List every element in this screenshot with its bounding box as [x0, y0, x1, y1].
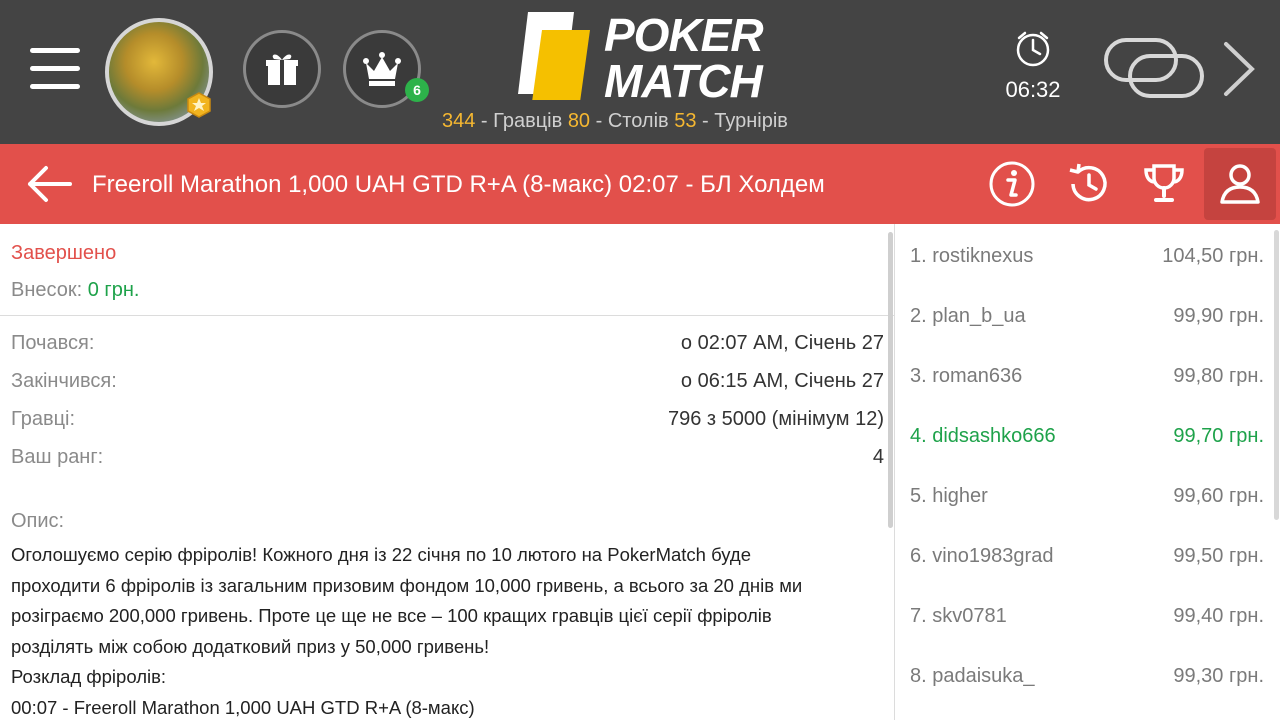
crown-count-badge: 6: [405, 78, 429, 102]
logo-card-icon: [518, 12, 590, 100]
list-item[interactable]: 6. vino1983grad 99,50 грн.: [910, 545, 1264, 568]
list-item[interactable]: 5. higher 99,60 грн.: [910, 485, 1264, 508]
info-button[interactable]: [980, 152, 1044, 216]
buyin-line: Внесок: 0 грн.: [11, 279, 140, 301]
clock-time: 06:32: [1005, 77, 1061, 102]
tables-switch-icon[interactable]: [1102, 36, 1206, 100]
detail-row-players: Гравці: 796 з 5000 (мінімум 12): [11, 408, 884, 430]
players-button[interactable]: [1204, 148, 1276, 220]
vip-badge-icon: [187, 92, 211, 118]
gift-icon: [266, 54, 298, 85]
lobby-stats: 344 - Гравців 80 - Столів 53 - Турнірів: [442, 110, 788, 132]
history-button[interactable]: [1056, 152, 1120, 216]
tournament-info-panel: Завершено Внесок: 0 грн. Почався: о 02:0…: [0, 224, 895, 720]
detail-row-finished: Закінчився: о 06:15 AM, Січень 27: [11, 370, 884, 392]
list-item[interactable]: 8. padaisuka_ 99,30 грн.: [910, 665, 1264, 688]
clock-icon: [1016, 31, 1050, 67]
crown-icon: [363, 52, 401, 86]
prizes-button[interactable]: [1132, 152, 1196, 216]
detail-row-started: Почався: о 02:07 AM, Січень 27: [11, 332, 884, 354]
list-item-current-user[interactable]: 4. didsashko666 99,70 грн.: [910, 425, 1264, 448]
user-icon: [1220, 164, 1260, 204]
divider: [0, 315, 895, 316]
menu-icon[interactable]: [30, 48, 80, 90]
list-item[interactable]: 2. plan_b_ua 99,90 грн.: [910, 305, 1264, 328]
results-scrollbar[interactable]: [1274, 230, 1279, 520]
description-text: Оголошуємо серію фріролів! Кожного дня і…: [11, 544, 803, 718]
tournament-status: Завершено: [11, 242, 117, 264]
tournament-header: Freeroll Marathon 1,000 UAH GTD R+A (8-м…: [0, 144, 1280, 224]
gift-button[interactable]: [243, 30, 321, 108]
list-item[interactable]: 7. skv0781 99,40 грн.: [910, 605, 1264, 628]
top-bar: 6 POKER MATCH 344 - Гравців 80 - Столів …: [0, 0, 1280, 144]
pokermatch-logo: POKER MATCH: [512, 8, 772, 108]
clock: 06:32: [998, 28, 1068, 103]
list-item[interactable]: 3. roman636 99,80 грн.: [910, 365, 1264, 388]
chevron-right-icon[interactable]: [1218, 40, 1258, 98]
trophy-icon: [1144, 164, 1184, 202]
back-arrow-icon[interactable]: [24, 164, 74, 204]
results-list: 1. rostiknexus 104,50 грн. 2. plan_b_ua 99…: [896, 224, 1280, 720]
info-icon: [989, 161, 1035, 207]
detail-row-rank: Ваш ранг: 4: [11, 446, 884, 468]
list-item[interactable]: 1. rostiknexus 104,50 грн.: [910, 245, 1264, 268]
tournament-title: Freeroll Marathon 1,000 UAH GTD R+A (8-м…: [92, 171, 825, 198]
logo-text: POKER MATCH: [604, 9, 764, 107]
history-icon: [1069, 163, 1107, 202]
buyin-value: 0 грн.: [87, 279, 140, 301]
scrollbar[interactable]: [888, 232, 893, 528]
description-label: Опис:: [11, 510, 65, 532]
